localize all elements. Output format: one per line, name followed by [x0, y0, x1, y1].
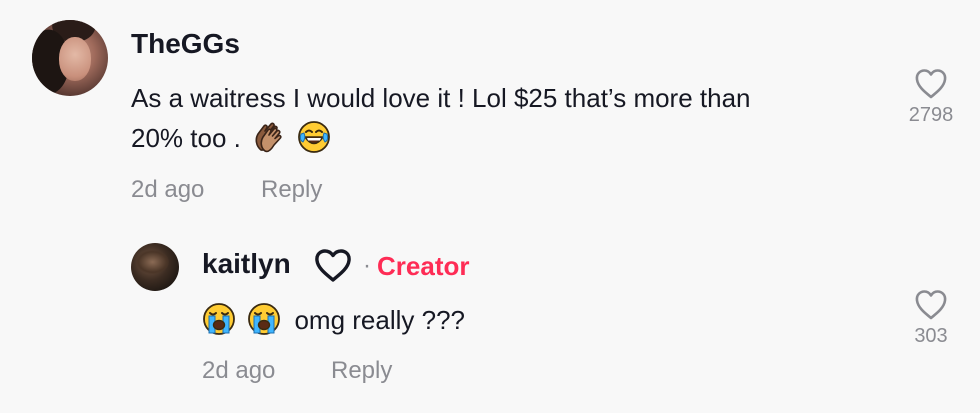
comment-text: As a waitress I would love it ! Lol $25 … [131, 78, 871, 158]
comment-timestamp: 2d ago [131, 176, 205, 203]
clapping-hands-icon [252, 120, 286, 154]
like-count: 2798 [908, 104, 954, 126]
tears-of-joy-icon [297, 120, 331, 154]
loudly-crying-icon [247, 302, 281, 336]
avatar[interactable] [32, 20, 108, 96]
heart-outline-icon [915, 290, 947, 320]
reply-text-body: omg really ??? [294, 305, 466, 335]
separator-dot: · [363, 252, 371, 279]
reply-username[interactable]: kaitlyn [202, 248, 291, 280]
heart-outline-icon [315, 249, 351, 282]
comment-text-line2: 20% too . [131, 123, 241, 153]
loudly-crying-icon [202, 302, 236, 336]
reply-timestamp: 2d ago [202, 357, 276, 384]
creator-row: · Creator [313, 248, 469, 284]
reply-text: omg really ??? [202, 300, 465, 340]
comment-username[interactable]: TheGGs [131, 28, 240, 60]
heart-outline-icon [915, 69, 947, 99]
creator-badge: Creator [377, 250, 470, 281]
like-button[interactable]: 2798 [896, 68, 966, 127]
comment-text-line1: As a waitress I would love it ! Lol $25 … [131, 83, 751, 113]
reply-like-button[interactable]: 303 [896, 289, 966, 348]
reply-like-count: 303 [914, 325, 948, 347]
reply-reply-button[interactable]: Reply [331, 357, 392, 385]
reply-avatar[interactable] [131, 243, 179, 291]
reply-button[interactable]: Reply [261, 176, 322, 204]
